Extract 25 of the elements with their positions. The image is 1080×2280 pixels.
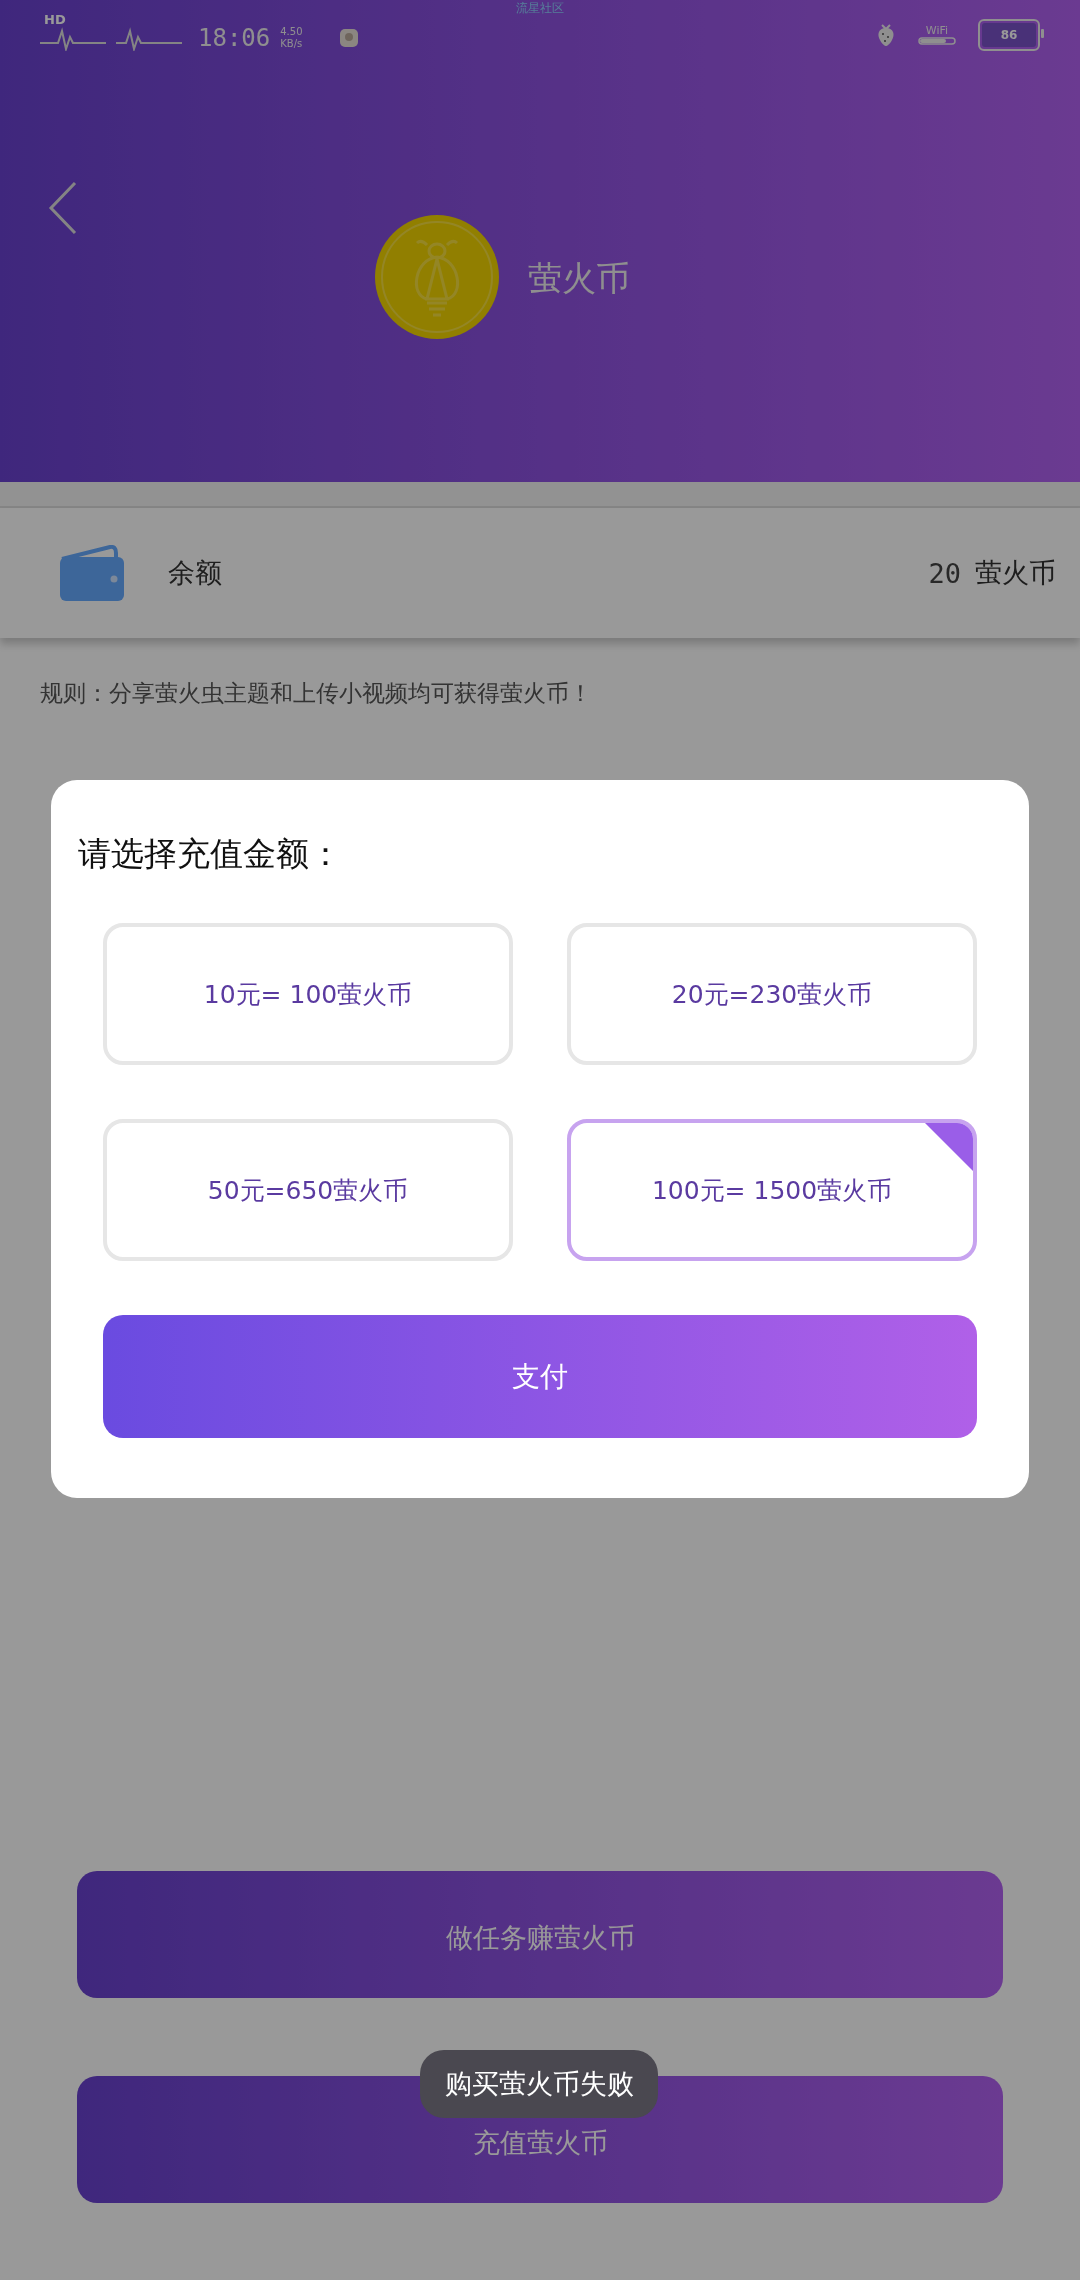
amount-option[interactable]: 100元= 1500萤火币 bbox=[567, 1119, 977, 1261]
back-icon[interactable] bbox=[48, 180, 78, 236]
clock-time: 18:06 bbox=[198, 24, 271, 52]
wifi-label: WiFi bbox=[925, 25, 949, 37]
wifi-bar-icon bbox=[918, 37, 956, 45]
amount-option[interactable]: 20元=230萤火币 bbox=[567, 923, 977, 1065]
app-icon bbox=[338, 28, 359, 48]
strawberry-icon bbox=[876, 23, 896, 47]
carrier-label: 流星社区 bbox=[516, 0, 564, 17]
coin-icon bbox=[375, 215, 499, 339]
battery-level: 86 bbox=[982, 23, 1036, 47]
speed-unit: KB/s bbox=[280, 38, 303, 50]
page-title: 萤火币 bbox=[528, 257, 630, 300]
failure-toast: 购买萤火币失败 bbox=[420, 2050, 658, 2118]
hd-label: HD bbox=[44, 12, 66, 27]
balance-unit: 萤火币 bbox=[975, 556, 1056, 590]
speed-value: 4.50 bbox=[280, 26, 303, 38]
rule-text: 规则：分享萤火虫主题和上传小视频均可获得萤火币！ bbox=[40, 679, 593, 708]
balance-amount: 20 bbox=[928, 557, 961, 589]
wallet-icon bbox=[58, 545, 124, 601]
pay-button[interactable]: 支付 bbox=[103, 1315, 977, 1438]
dialog-title: 请选择充值金额： bbox=[78, 833, 343, 875]
amount-option[interactable]: 10元= 100萤火币 bbox=[103, 923, 513, 1065]
balance-label: 余额 bbox=[168, 556, 223, 590]
amount-option[interactable]: 50元=650萤火币 bbox=[103, 1119, 513, 1261]
